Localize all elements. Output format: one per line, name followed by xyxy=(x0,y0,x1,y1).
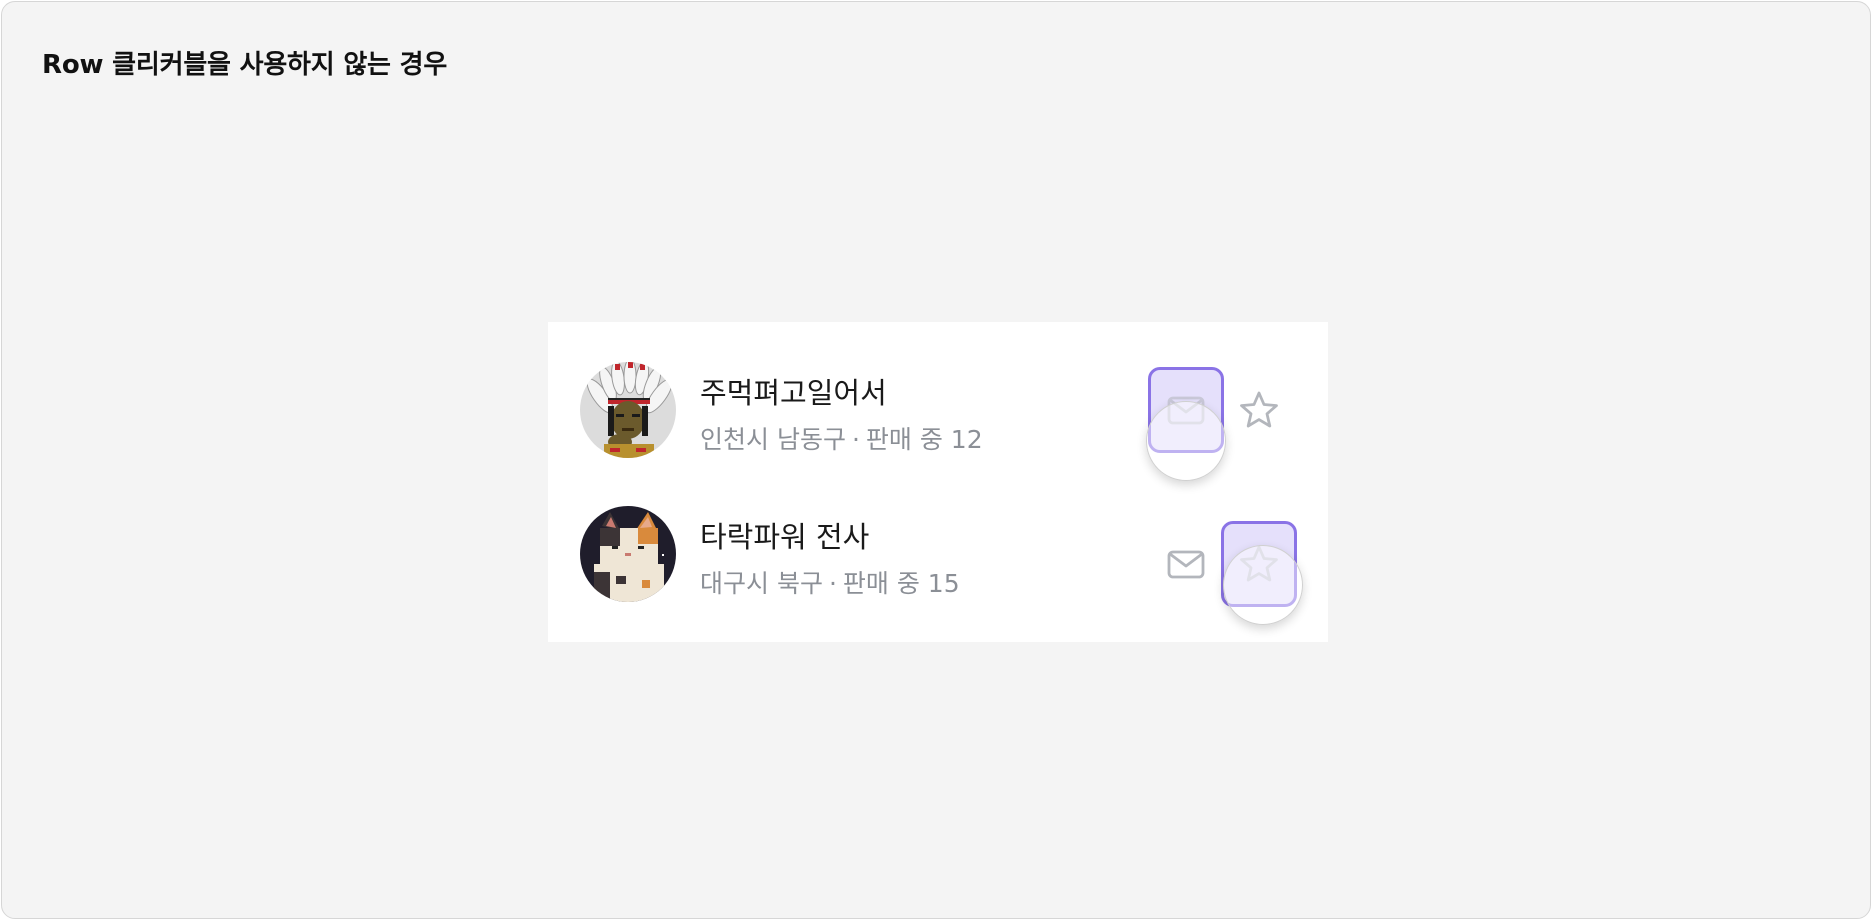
avatar xyxy=(580,362,676,458)
seller-sales-count: 판매 중 15 xyxy=(842,569,960,598)
star-icon xyxy=(1240,391,1278,428)
favorite-button[interactable] xyxy=(1221,367,1297,453)
frame: Row 클리커블을 사용하지 않는 경우 주먹펴고일어서 인천시 남동구 · 판… xyxy=(1,1,1871,919)
favorite-button[interactable] xyxy=(1221,521,1297,607)
message-button[interactable] xyxy=(1148,367,1224,453)
seller-location: 인천시 남동구 xyxy=(700,425,846,454)
meta-separator: · xyxy=(828,569,837,598)
seller-meta: 인천시 남동구 · 판매 중 12 xyxy=(700,420,983,456)
mail-icon xyxy=(1167,396,1205,425)
seller-list: 주먹펴고일어서 인천시 남동구 · 판매 중 12 타락파워 전사 대구시 북구… xyxy=(548,322,1328,642)
seller-sales-count: 판매 중 12 xyxy=(865,425,983,454)
seller-name: 주먹펴고일어서 xyxy=(700,376,887,410)
seller-row: 주먹펴고일어서 인천시 남동구 · 판매 중 12 xyxy=(548,322,1328,481)
meta-separator: · xyxy=(851,425,860,454)
mail-icon xyxy=(1167,550,1205,579)
seller-location: 대구시 북구 xyxy=(700,569,823,598)
seller-name: 타락파워 전사 xyxy=(700,520,870,554)
frame-title: Row 클리커블을 사용하지 않는 경우 xyxy=(42,50,448,80)
avatar xyxy=(580,506,676,602)
star-icon xyxy=(1240,545,1278,582)
message-button[interactable] xyxy=(1148,521,1224,607)
seller-row: 타락파워 전사 대구시 북구 · 판매 중 15 xyxy=(548,466,1328,625)
seller-meta: 대구시 북구 · 판매 중 15 xyxy=(700,564,960,600)
